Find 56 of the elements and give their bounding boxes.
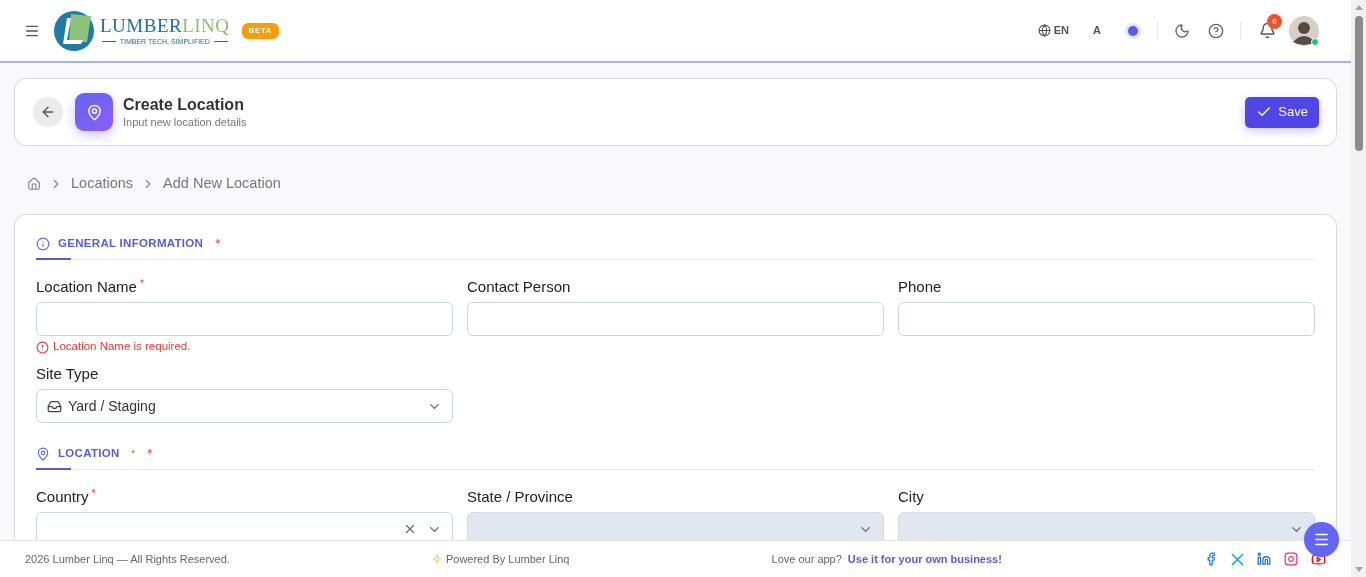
lightning-icon [431, 554, 442, 564]
copyright-text: 2026 Lumber Linq — All Rights Reserved. [25, 551, 230, 567]
field-label: Phone [898, 277, 942, 297]
linkedin-icon[interactable] [1256, 552, 1271, 566]
clear-icon[interactable] [403, 522, 417, 536]
input-field[interactable] [467, 302, 884, 336]
field-label: Contact Person [467, 277, 571, 297]
language-button[interactable]: EN [1037, 22, 1070, 39]
error-message: Location Name is required. [53, 339, 191, 355]
field-label: City [898, 487, 924, 507]
required-mark: * [147, 445, 153, 464]
font-size-button[interactable]: A [1093, 22, 1101, 39]
avatar-icon[interactable] [1289, 15, 1319, 46]
notification-icon[interactable] [1259, 22, 1276, 39]
home-icon[interactable] [27, 177, 41, 191]
section-title: GENERAL INFORMATION [58, 236, 204, 252]
beta-badge: BETA [241, 22, 279, 39]
field-label: Site Type [36, 364, 99, 384]
location-pin-icon [75, 93, 113, 131]
x-logo-icon[interactable] [1230, 552, 1244, 566]
logo-icon [53, 9, 97, 52]
required-mark: * [215, 235, 221, 254]
required-mark: * [131, 447, 136, 461]
page-title: Create Location [123, 95, 245, 115]
powered-by-text: Powered By Lumber Linq [445, 551, 570, 567]
info-icon [36, 237, 50, 251]
save-button[interactable]: Save [1245, 96, 1319, 128]
promo-link[interactable]: Use it for your own business! [847, 550, 1002, 568]
input-field[interactable] [36, 302, 453, 336]
error-icon [36, 340, 49, 354]
select-field[interactable] [36, 512, 453, 540]
page-subtitle: Input new location details [123, 115, 247, 129]
theme-color-toggle[interactable] [1125, 22, 1141, 39]
map-pin-icon [36, 447, 50, 461]
required-mark: * [91, 487, 96, 501]
required-mark: * [139, 277, 144, 291]
inbox-icon [47, 398, 62, 414]
field-label: State / Province [467, 487, 573, 507]
logo-wordmark: LUMBERLINQ [100, 14, 230, 37]
section-title: LOCATION [58, 446, 120, 462]
select-value: Yard / Staging [68, 396, 156, 416]
promo-text: Love our app? [771, 551, 842, 567]
back-button[interactable] [33, 97, 63, 127]
input-field[interactable] [898, 302, 1315, 336]
scrollbar[interactable] [1351, 0, 1366, 577]
menu-icon [1313, 531, 1330, 548]
field-label: Location Name [36, 277, 137, 297]
dark-mode-icon[interactable] [1174, 22, 1190, 39]
help-icon[interactable] [1208, 22, 1224, 39]
breadcrumb-item[interactable]: Locations [71, 173, 134, 195]
select-field[interactable]: Yard / Staging [36, 389, 453, 423]
instagram-icon[interactable] [1283, 552, 1298, 566]
notification-count: 6 [1267, 14, 1282, 29]
field-label: Country [36, 487, 89, 507]
globe-icon [1037, 24, 1051, 37]
breadcrumb-item: Add New Location [163, 174, 281, 194]
